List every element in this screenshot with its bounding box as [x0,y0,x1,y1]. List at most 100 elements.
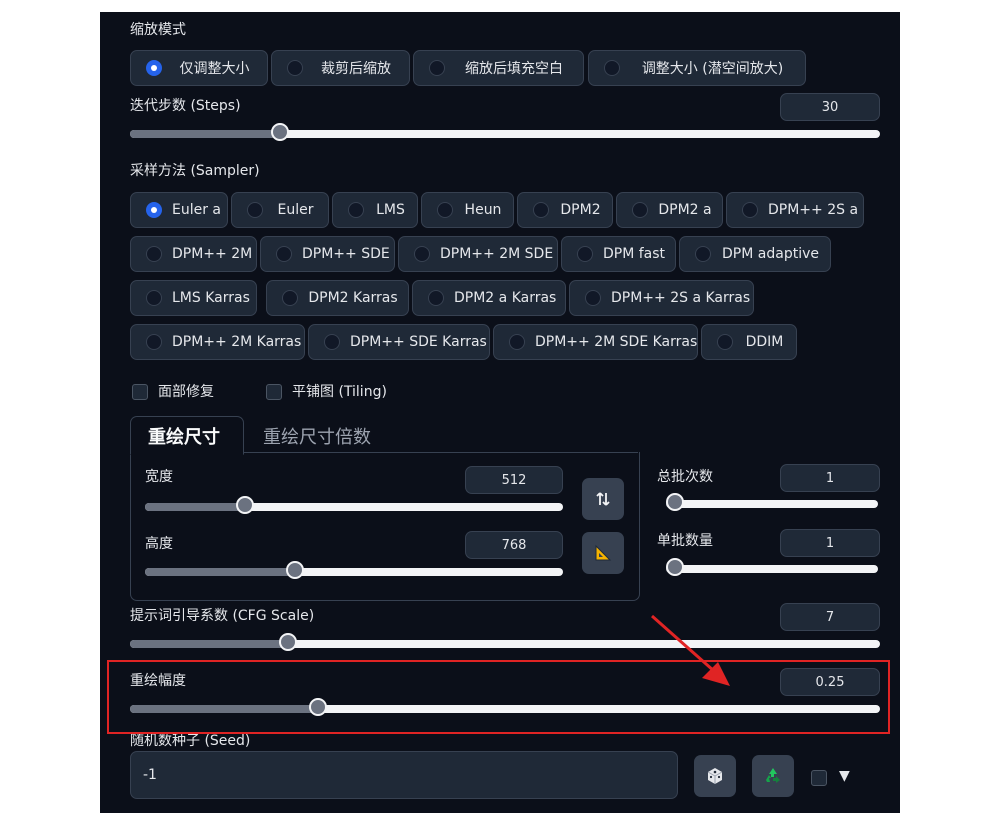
radio-circle[interactable] [287,60,303,76]
radio-circle[interactable] [632,202,648,218]
seed-input[interactable]: -1 [130,751,678,799]
triangle-ruler-icon [595,544,612,561]
radio-circle[interactable] [509,334,525,350]
dimensions-box [130,452,640,601]
radio-circle[interactable] [276,246,292,262]
sampler-option[interactable]: DDIM [701,324,797,360]
steps-slider[interactable] [130,123,880,141]
sampler-option[interactable]: DPM++ 2S a [726,192,864,228]
resize-mode-option[interactable]: 仅调整大小 [130,50,268,86]
height-number-input[interactable]: 768 [465,531,563,559]
steps-number-input[interactable]: 30 [780,93,880,121]
resize-mode-option[interactable]: 缩放后填充空白 [413,50,584,86]
face-restore-checkbox[interactable] [132,384,148,400]
aspect-ratio-button[interactable] [582,532,624,574]
resize-mode-label: 缩放模式 [130,22,186,38]
width-slider[interactable] [145,496,563,514]
tab-resize-to[interactable]: 重绘尺寸 [148,423,220,449]
sampler-option[interactable]: LMS [332,192,418,228]
batch-size-label: 单批数量 [657,533,713,549]
cfg-scale-slider-thumb[interactable] [278,633,297,651]
radio-circle[interactable] [146,290,162,306]
radio-circle[interactable] [282,290,298,306]
radio-circle[interactable] [585,290,601,306]
height-slider-fill [145,568,296,576]
cfg-scale-label: 提示词引导系数 (CFG Scale) [130,608,315,624]
sampler-option[interactable]: DPM2 a Karras [412,280,566,316]
sampler-label: 采样方法 (Sampler) [130,163,260,179]
sampler-option[interactable]: DPM2 [517,192,613,228]
radio-circle[interactable] [604,60,620,76]
sampler-option-label: DPM2 a Karras [454,290,557,306]
resize-mode-option-label: 缩放后填充空白 [465,61,563,77]
batch-count-slider[interactable] [666,493,878,511]
sampler-option[interactable]: DPM++ 2M Karras [130,324,305,360]
batch-size-slider-thumb[interactable] [666,558,684,576]
cfg-scale-slider[interactable] [130,633,880,651]
radio-circle[interactable] [414,246,430,262]
sampler-option[interactable]: DPM adaptive [679,236,831,272]
sampler-option-label: LMS Karras [172,290,250,306]
radio-circle[interactable] [348,202,364,218]
steps-label: 迭代步数 (Steps) [130,98,241,114]
batch-size-slider[interactable] [666,558,878,576]
radio-circle[interactable] [247,202,263,218]
random-seed-button[interactable] [694,755,736,797]
radio-circle[interactable] [695,246,711,262]
width-number-input[interactable]: 512 [465,466,563,494]
triangle-down-icon[interactable]: ▼ [839,768,850,784]
steps-slider-thumb[interactable] [271,123,289,141]
batch-count-number-input[interactable]: 1 [780,464,880,492]
sampler-option[interactable]: DPM++ 2S a Karras [569,280,754,316]
highlight-box [107,660,890,734]
width-label: 宽度 [145,469,173,485]
sampler-option-label: DPM++ 2M SDE Karras [535,334,698,350]
sampler-option[interactable]: DPM2 Karras [266,280,409,316]
radio-circle[interactable] [324,334,340,350]
sampler-option-label: DPM fast [603,246,666,262]
sampler-option-label: Heun [464,202,502,218]
sampler-option[interactable]: DPM++ SDE [260,236,395,272]
resize-mode-option[interactable]: 裁剪后缩放 [271,50,410,86]
tiling-label: 平铺图 (Tiling) [292,384,387,400]
swap-dimensions-button[interactable] [582,478,624,520]
resize-mode-option[interactable]: 调整大小 (潜空间放大) [588,50,806,86]
sampler-option[interactable]: DPM2 a [616,192,723,228]
radio-circle[interactable] [429,60,445,76]
radio-circle[interactable] [146,60,162,76]
radio-circle[interactable] [437,202,453,218]
sampler-option[interactable]: DPM fast [561,236,676,272]
extra-seed-checkbox[interactable] [811,770,827,786]
radio-circle[interactable] [742,202,758,218]
sampler-option[interactable]: Heun [421,192,514,228]
batch-count-slider-thumb[interactable] [666,493,684,511]
sampler-option-label: DPM2 [560,202,601,218]
swap-dimensions-icon [596,492,610,506]
resize-mode-option-label: 仅调整大小 [179,61,250,77]
sampler-option[interactable]: Euler a [130,192,228,228]
radio-circle[interactable] [717,334,733,350]
sampler-option[interactable]: DPM++ 2M SDE Karras [493,324,698,360]
sampler-option[interactable]: DPM++ 2M SDE [398,236,558,272]
sampler-option[interactable]: Euler [231,192,329,228]
sampler-option-label: Euler a [172,202,222,218]
reuse-seed-button[interactable] [752,755,794,797]
radio-circle[interactable] [428,290,444,306]
radio-circle[interactable] [533,202,549,218]
tab-resize-by[interactable]: 重绘尺寸倍数 [263,423,371,449]
radio-circle[interactable] [146,246,162,262]
sampler-option[interactable]: LMS Karras [130,280,257,316]
cfg-scale-number-input[interactable]: 7 [780,603,880,631]
sampler-option[interactable]: DPM++ SDE Karras [308,324,490,360]
sampler-option[interactable]: DPM++ 2M [130,236,257,272]
tiling-checkbox[interactable] [266,384,282,400]
settings-panel: 缩放模式 仅调整大小 裁剪后缩放 缩放后填充空白 调整大小 (潜空间放大) 迭代步数 … [100,12,900,813]
batch-size-number-input[interactable]: 1 [780,529,880,557]
radio-circle[interactable] [146,202,162,218]
radio-circle[interactable] [577,246,593,262]
sampler-option-label: DDIM [745,334,784,350]
sampler-option-label: DPM++ 2S a Karras [611,290,751,306]
sampler-option-label: DPM++ 2M SDE [440,246,554,262]
radio-circle[interactable] [146,334,162,350]
height-slider[interactable] [145,561,563,579]
